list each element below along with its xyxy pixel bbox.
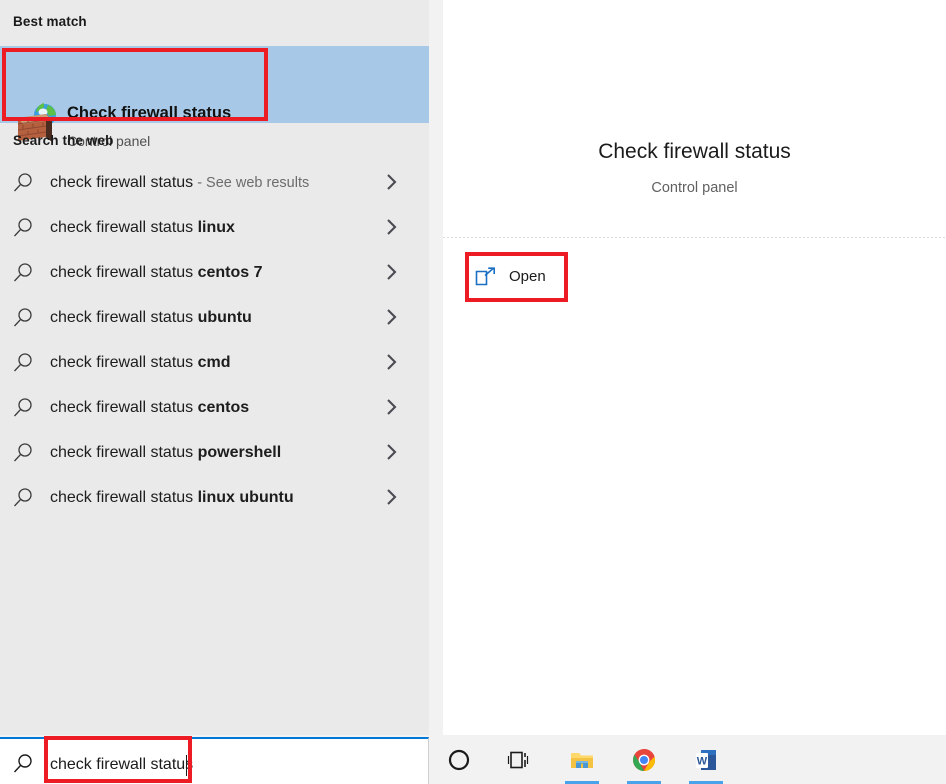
web-suggestion-label: check firewall status centos 7 <box>50 250 263 295</box>
preview-subtitle: Control panel <box>651 180 738 196</box>
web-suggestion-item[interactable]: check firewall status powershell <box>0 430 429 475</box>
search-icon <box>14 443 32 462</box>
windows-search-overlay: Best match Check firewall status Control… <box>0 0 946 784</box>
suggestion-query-bold: powershell <box>197 444 282 461</box>
search-icon <box>14 398 32 417</box>
suggestion-query-bold: ubuntu <box>197 309 252 326</box>
suggestion-query-prefix: check firewall status <box>50 264 198 281</box>
chevron-right-icon[interactable] <box>385 443 399 461</box>
web-suggestion-item[interactable]: check firewall status linux <box>0 205 429 250</box>
cortana-button[interactable] <box>435 735 483 784</box>
web-suggestion-item[interactable]: check firewall status linux ubuntu <box>0 475 429 520</box>
result-preview-panel: Check firewall status Control panel Open <box>443 0 946 735</box>
web-suggestion-label: check firewall status - See web results <box>50 160 309 205</box>
suggestion-query-prefix: check firewall status <box>50 219 198 236</box>
suggestion-query-prefix: check firewall status <box>50 489 198 506</box>
chevron-right-icon[interactable] <box>385 263 399 281</box>
text-cursor <box>186 755 187 776</box>
chevron-right-icon[interactable] <box>385 173 399 191</box>
search-icon <box>13 754 32 773</box>
search-input-value: check firewall status <box>50 756 194 773</box>
web-suggestion-label: check firewall status centos <box>50 385 249 430</box>
search-icon <box>14 308 32 327</box>
file-explorer-button[interactable] <box>558 735 606 784</box>
search-icon <box>14 263 32 282</box>
web-suggestion-label: check firewall status powershell <box>50 430 281 475</box>
suggestion-query-bold: centos <box>197 399 250 416</box>
preview-title: Check firewall status <box>598 140 791 163</box>
best-match-group-header: Best match <box>13 14 87 29</box>
task-view-icon <box>507 751 529 769</box>
microsoft-word-icon: W <box>696 750 716 770</box>
taskbar-search-box[interactable]: check firewall status <box>0 737 429 784</box>
web-suggestion-item[interactable]: check firewall status ubuntu <box>0 295 429 340</box>
chrome-button[interactable] <box>620 735 668 784</box>
suggestion-query-suffix: - See web results <box>193 175 310 191</box>
word-button[interactable]: W <box>682 735 730 784</box>
suggestion-query-bold: cmd <box>197 354 231 371</box>
preview-divider <box>443 237 946 238</box>
web-suggestion-item[interactable]: check firewall status centos 7 <box>0 250 429 295</box>
suggestion-query-prefix: check firewall status <box>50 399 198 416</box>
chevron-right-icon[interactable] <box>385 398 399 416</box>
search-the-web-group-header: Search the web <box>13 133 114 148</box>
search-icon <box>14 218 32 237</box>
suggestion-query-prefix: check firewall status <box>50 354 198 371</box>
web-suggestion-item[interactable]: check firewall status centos <box>0 385 429 430</box>
web-suggestion-item[interactable]: check firewall status cmd <box>0 340 429 385</box>
web-suggestion-label: check firewall status linux ubuntu <box>50 475 294 520</box>
taskbar: check firewall status W <box>0 735 946 784</box>
search-input[interactable]: check firewall status <box>45 747 429 783</box>
suggestion-query-bold: linux <box>197 219 235 236</box>
chevron-right-icon[interactable] <box>385 218 399 236</box>
cortana-circle-icon <box>448 749 470 771</box>
task-view-button[interactable] <box>495 735 543 784</box>
web-suggestion-label: check firewall status cmd <box>50 340 231 385</box>
web-suggestion-label: check firewall status ubuntu <box>50 295 252 340</box>
best-match-result-item[interactable]: Check firewall status Control panel <box>0 46 429 149</box>
suggestion-query-prefix: check firewall status <box>50 309 198 326</box>
search-icon <box>14 488 32 507</box>
chevron-right-icon[interactable] <box>385 353 399 371</box>
web-suggestion-label: check firewall status linux <box>50 205 235 250</box>
open-button[interactable]: Open <box>467 256 577 298</box>
suggestion-query-bold: centos 7 <box>197 264 263 281</box>
search-icon <box>14 353 32 372</box>
chevron-right-icon[interactable] <box>385 308 399 326</box>
svg-text:W: W <box>697 756 708 768</box>
open-external-icon <box>475 267 495 286</box>
file-explorer-icon <box>571 753 593 768</box>
google-chrome-icon <box>633 748 656 772</box>
panel-divider <box>429 0 443 735</box>
open-button-label: Open <box>509 268 546 285</box>
chevron-right-icon[interactable] <box>385 488 399 506</box>
search-results-panel: Best match Check firewall status Control… <box>0 0 429 735</box>
best-match-title: Check firewall status <box>67 104 232 122</box>
suggestion-query-prefix: check firewall status <box>50 444 198 461</box>
suggestion-query-prefix: check firewall status <box>50 174 194 191</box>
web-suggestion-item[interactable]: check firewall status - See web results <box>0 160 429 205</box>
search-icon <box>14 173 32 192</box>
suggestion-query-bold: linux ubuntu <box>197 489 294 506</box>
